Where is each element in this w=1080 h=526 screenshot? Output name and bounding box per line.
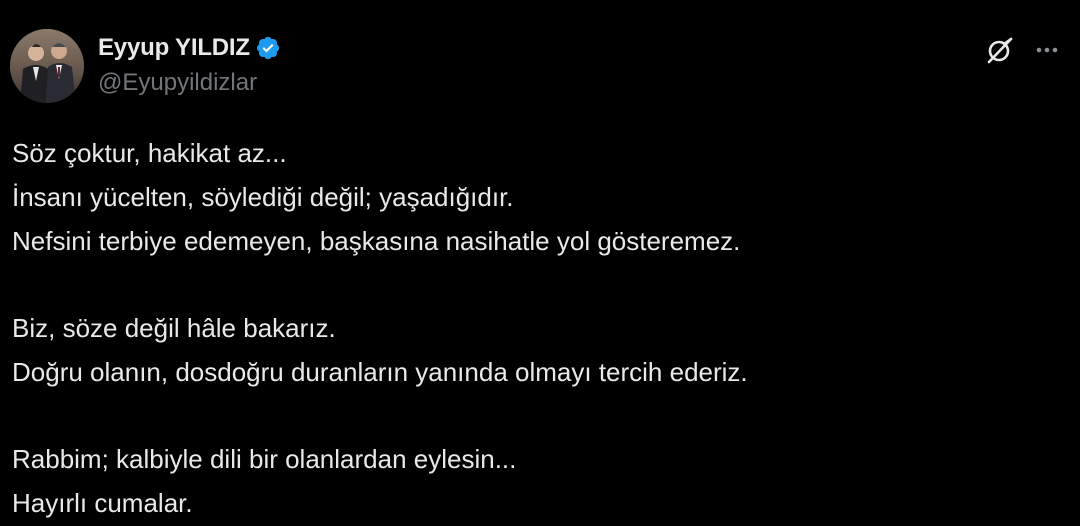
- author-handle[interactable]: @Eyupyildizlar: [98, 68, 281, 98]
- tweet-line: Rabbim; kalbiyle dili bir olanlardan eyl…: [12, 444, 517, 474]
- tweet-line: Söz çoktur, hakikat az...: [12, 138, 287, 168]
- verified-badge-icon[interactable]: [255, 35, 281, 61]
- tweet-line: Hayırlı cumalar.: [12, 488, 193, 518]
- tweet-line: Biz, söze değil hâle bakarız.: [12, 313, 336, 343]
- tweet-line: İnsanı yücelten, söylediği değil; yaşadı…: [12, 182, 514, 212]
- tweet-card: Eyyup YILDIZ @Eyupyildizlar Söz çoktur, …: [0, 0, 1080, 526]
- avatar[interactable]: [10, 29, 84, 103]
- grok-icon[interactable]: [984, 34, 1016, 66]
- author-name-row: Eyyup YILDIZ: [98, 32, 281, 64]
- more-horizontal-icon[interactable]: [1034, 37, 1060, 63]
- tweet-text: Söz çoktur, hakikat az... İnsanı yücelte…: [12, 131, 1062, 525]
- tweet-actions: [984, 34, 1060, 66]
- display-name[interactable]: Eyyup YILDIZ: [98, 34, 250, 62]
- tweet-line: Nefsini terbiye edemeyen, başkasına nasi…: [12, 226, 741, 256]
- author-info: Eyyup YILDIZ @Eyupyildizlar: [98, 32, 281, 98]
- tweet-line: Doğru olanın, dosdoğru duranların yanınd…: [12, 357, 748, 387]
- tweet-header: Eyyup YILDIZ @Eyupyildizlar: [10, 28, 1060, 108]
